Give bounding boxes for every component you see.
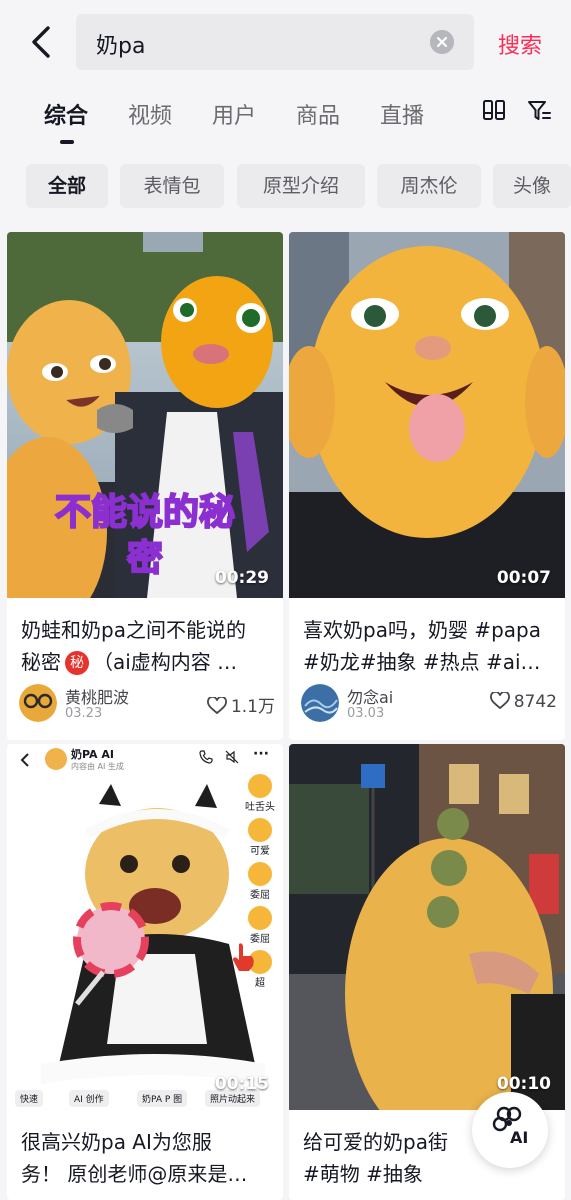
tool-chip: 奶PA P 图 <box>137 1090 188 1107</box>
author-name[interactable]: 黄桃肥波 <box>65 684 129 708</box>
video-title: 喜欢奶pa吗，奶婴 #papa #奶龙#抽象 #热点 #ai… <box>303 614 557 678</box>
emoji-sad-icon <box>248 862 272 886</box>
ai-label: AI <box>510 1128 529 1147</box>
like-count-text: 1.1万 <box>230 697 275 717</box>
grid-layout-icon[interactable] <box>482 98 506 122</box>
thumbnail-illustration <box>289 744 565 1110</box>
video-title-line: 喜欢奶pa吗，奶婴 #papa <box>303 618 541 642</box>
video-title-line: 奶蛙和奶pa之间不能说的 <box>21 618 246 642</box>
like-count-text: 8742 <box>513 692 557 712</box>
video-thumbnail: 00:10 <box>289 744 565 1110</box>
search-query-text: 奶pa <box>96 34 146 59</box>
emoji-tongue-icon <box>248 774 272 798</box>
video-thumbnail: 奶PA AI 内容由 AI 生成 ··· 吐舌头 可爱 委屈 委屈 超 快速 A… <box>7 744 283 1110</box>
ai-assistant-button[interactable]: AI <box>472 1092 548 1168</box>
chip-jay-chou[interactable]: 周杰伦 <box>377 164 481 208</box>
video-title: 很高兴奶pa AI为您服 务！ 原创老师@原来是… <box>21 1126 275 1190</box>
video-meta: 黄桃肥波 03.23 1.1万 <box>19 684 275 724</box>
video-title-line: 务！ 原创老师@原来是… <box>21 1162 248 1186</box>
reaction-label: 超 <box>255 978 265 989</box>
tool-chip: 快速 <box>15 1090 44 1107</box>
back-arrow-icon[interactable] <box>22 22 62 62</box>
like-count[interactable]: 8742 <box>489 692 557 712</box>
reaction-label: 委屈 <box>250 890 270 901</box>
tab-comprehensive[interactable]: 综合 <box>44 98 88 130</box>
video-title-line: #奶龙#抽象 #热点 #ai… <box>303 650 541 674</box>
heart-icon <box>207 697 227 715</box>
video-card[interactable]: 奶PA AI 内容由 AI 生成 ··· 吐舌头 可爱 委屈 委屈 超 快速 A… <box>7 744 283 1200</box>
chip-stickers[interactable]: 表情包 <box>120 164 224 208</box>
tab-video[interactable]: 视频 <box>128 98 172 130</box>
video-card[interactable]: 不能说的秘 密 00:29 奶蛙和奶pa之间不能说的 秘密秘（ai虚构内容 … … <box>7 232 283 740</box>
author-avatar[interactable] <box>19 684 57 722</box>
clear-icon[interactable] <box>430 30 454 54</box>
video-duration: 00:15 <box>214 1074 269 1094</box>
post-date: 03.23 <box>65 706 103 721</box>
emoji-sad-icon <box>248 906 272 930</box>
chip-prototype[interactable]: 原型介绍 <box>237 164 365 208</box>
secret-badge-icon: 秘 <box>65 651 89 675</box>
video-title: 奶蛙和奶pa之间不能说的 秘密秘（ai虚构内容 … <box>21 614 275 678</box>
like-count[interactable]: 1.1万 <box>207 692 275 717</box>
video-meta: 勿念ai 03.03 8742 <box>301 684 557 724</box>
video-duration: 00:10 <box>496 1074 551 1094</box>
video-thumbnail: 00:07 <box>289 232 565 598</box>
author-name[interactable]: 勿念ai <box>347 684 393 708</box>
tool-chip: AI 创作 <box>69 1090 109 1107</box>
chip-avatar[interactable]: 头像 <box>493 164 571 208</box>
title-text: （ai虚构内容 … <box>93 650 238 674</box>
reaction-item: 可爱 <box>237 818 283 862</box>
more-tabs-fade <box>448 98 478 128</box>
heart-icon <box>489 692 510 710</box>
video-title-line: 很高兴奶pa AI为您服 <box>21 1130 212 1154</box>
author-avatar[interactable] <box>301 684 339 722</box>
thumbnail-illustration <box>289 232 565 598</box>
reaction-label: 可爱 <box>250 846 270 857</box>
overlay-caption-line: 不能说的秘 <box>54 491 236 534</box>
title-text: 秘密 <box>21 650 61 674</box>
video-duration: 00:07 <box>496 568 551 588</box>
reaction-item: 吐舌头 <box>237 774 283 818</box>
video-thumbnail: 不能说的秘 密 00:29 <box>7 232 283 598</box>
chip-all[interactable]: 全部 <box>26 164 108 208</box>
tab-users[interactable]: 用户 <box>212 98 256 130</box>
search-button[interactable]: 搜索 <box>498 28 542 60</box>
video-card[interactable]: 00:07 喜欢奶pa吗，奶婴 #papa #奶龙#抽象 #热点 #ai… 勿念… <box>289 232 565 740</box>
post-date: 03.03 <box>347 706 385 721</box>
filter-icon[interactable] <box>526 98 552 124</box>
tab-goods[interactable]: 商品 <box>296 98 340 130</box>
tab-live[interactable]: 直播 <box>380 98 424 130</box>
hand-pointer-icon <box>233 943 254 971</box>
video-duration: 00:29 <box>214 568 269 588</box>
active-tab-indicator <box>60 140 74 144</box>
filter-chips: 全部 表情包 原型介绍 周杰伦 头像 <box>0 164 571 210</box>
reaction-item: 委屈 <box>237 862 283 906</box>
search-header: 奶pa 搜索 <box>0 0 571 84</box>
video-title-line: 秘密秘（ai虚构内容 … <box>21 646 275 678</box>
emoji-cute-icon <box>248 818 272 842</box>
reaction-label: 吐舌头 <box>245 802 275 813</box>
search-input[interactable]: 奶pa <box>76 14 474 70</box>
